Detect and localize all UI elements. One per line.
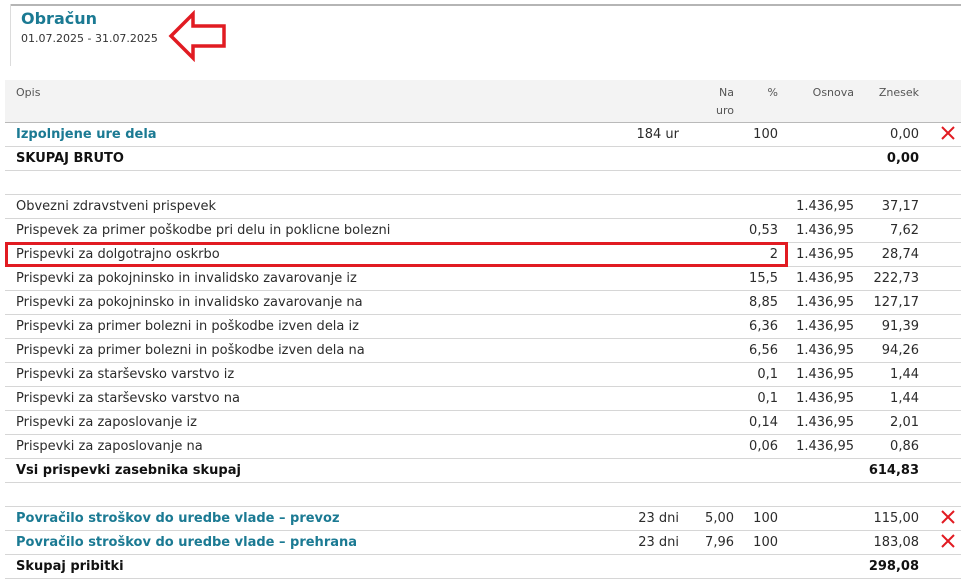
cell-desc: Prispevek za primer poškodbe pri delu in…: [16, 223, 391, 238]
cell-pct: 100: [753, 127, 778, 142]
cell-amount: 115,00: [873, 511, 920, 526]
cell-base: 1.436,95: [796, 295, 854, 310]
cell-desc[interactable]: Izpolnjene ure dela: [16, 127, 157, 142]
cell-amount: 298,08: [868, 559, 919, 574]
column-header-desc: Opis: [16, 86, 41, 99]
column-header-amount: Znesek: [878, 86, 919, 99]
page-title: Obračun: [21, 9, 98, 28]
cell-desc: Prispevki za starševsko varstvo iz: [16, 367, 235, 382]
table-row: Prispevki za starševsko varstvo iz 0,1 1.4…: [5, 363, 961, 387]
table-row: Prispevki za zaposlovanje na 0,06 1.436,95…: [5, 435, 961, 459]
cell-base: 1.436,95: [796, 223, 854, 238]
cell-base: 1.436,95: [796, 247, 854, 262]
cell-amount: 0,00: [890, 127, 919, 142]
cell-amount: 183,08: [873, 535, 920, 550]
cell-pct: 100: [753, 511, 778, 526]
cell-base: 1.436,95: [796, 343, 854, 358]
close-icon[interactable]: [940, 533, 956, 549]
cell-desc: Prispevki za pokojninsko in invalidsko z…: [16, 295, 363, 310]
cell-amount: 1,44: [890, 367, 919, 382]
cell-pct: 6,56: [749, 343, 778, 358]
cell-amount: 127,17: [873, 295, 920, 310]
header-divider: [10, 4, 961, 6]
cell-base: 1.436,95: [796, 391, 854, 406]
table-row: Vsi prispevki zasebnika skupaj 614,83: [5, 459, 961, 483]
table-row: Obvezni zdravstveni prispevek 1.436,95 37,…: [5, 195, 961, 219]
cell-amount: 28,74: [881, 247, 919, 262]
table-body: Izpolnjene ure dela 184 ur 100 0,00 SKUPAJ B…: [5, 123, 961, 579]
period-range: 01.07.2025 - 31.07.2025: [21, 32, 158, 45]
table-row: SKUPAJ BRUTO 0,00: [5, 147, 961, 171]
column-header-rate-line1: Na: [719, 86, 734, 99]
table-row: [5, 483, 961, 507]
left-arrow-icon: [168, 10, 226, 62]
cell-desc[interactable]: Povračilo stroškov do uredbe vlade – pre…: [16, 535, 357, 550]
calculation-table: Opis Na uro % Osnova Znesek Izpolnjene u…: [5, 80, 961, 579]
table-row: Prispevki za primer bolezni in poškodbe …: [5, 339, 961, 363]
table-row: Prispevki za starševsko varstvo na 0,1 1.4…: [5, 387, 961, 411]
cell-pct: 100: [753, 535, 778, 550]
column-header-pct: %: [767, 86, 778, 99]
cell-amount: 7,62: [890, 223, 919, 238]
cell-desc: Vsi prispevki zasebnika skupaj: [16, 463, 241, 478]
table-row: [5, 171, 961, 195]
table-row: Prispevki za pokojninsko in invalidsko z…: [5, 291, 961, 315]
cell-amount: 1,44: [890, 391, 919, 406]
cell-desc: SKUPAJ BRUTO: [16, 151, 124, 166]
cell-base: 1.436,95: [796, 199, 854, 214]
cell-pct: 6,36: [749, 319, 778, 334]
cell-amount: 222,73: [873, 271, 920, 286]
column-header-base: Osnova: [812, 86, 854, 99]
cell-pct: 0,1: [757, 391, 778, 406]
table-row: Skupaj pribitki 298,08: [5, 555, 961, 579]
cell-amount: 94,26: [881, 343, 919, 358]
cell-qty: 23 dni: [638, 511, 679, 526]
table-header: Opis Na uro % Osnova Znesek: [5, 80, 961, 123]
cell-rate: 7,96: [705, 535, 734, 550]
highlight-frame: [5, 242, 788, 267]
table-row: Izpolnjene ure dela 184 ur 100 0,00: [5, 123, 961, 147]
cell-base: 1.436,95: [796, 367, 854, 382]
close-icon[interactable]: [940, 125, 956, 141]
cell-amount: 91,39: [881, 319, 919, 334]
cell-desc: Obvezni zdravstveni prispevek: [16, 199, 217, 214]
cell-desc: Prispevki za primer bolezni in poškodbe …: [16, 319, 359, 334]
cell-pct: 0,53: [749, 223, 778, 238]
cell-desc: Prispevki za zaposlovanje iz: [16, 415, 197, 430]
cell-desc: Prispevki za primer bolezni in poškodbe …: [16, 343, 365, 358]
cell-pct: 0,14: [749, 415, 778, 430]
table-row: Prispevki za zaposlovanje iz 0,14 1.436,95…: [5, 411, 961, 435]
cell-amount: 614,83: [868, 463, 919, 478]
cell-pct: 15,5: [749, 271, 778, 286]
table-row: Povračilo stroškov do uredbe vlade – pre…: [5, 531, 961, 555]
column-header-rate-line2: uro: [716, 104, 734, 117]
cell-pct: 8,85: [749, 295, 778, 310]
cell-pct: 0,06: [749, 439, 778, 454]
cell-desc: Skupaj pribitki: [16, 559, 124, 574]
cell-base: 1.436,95: [796, 271, 854, 286]
cell-base: 1.436,95: [796, 415, 854, 430]
table-row: Prispevki za primer bolezni in poškodbe …: [5, 315, 961, 339]
cell-pct: 0,1: [757, 367, 778, 382]
cell-amount: 0,00: [886, 151, 919, 166]
cell-desc: Prispevki za zaposlovanje na: [16, 439, 203, 454]
cell-base: 1.436,95: [796, 439, 854, 454]
cell-desc: Prispevki za starševsko varstvo na: [16, 391, 240, 406]
table-row: Prispevek za primer poškodbe pri delu in…: [5, 219, 961, 243]
cell-desc[interactable]: Povračilo stroškov do uredbe vlade – pre…: [16, 511, 340, 526]
header-left-border: [10, 4, 11, 66]
cell-qty: 184 ur: [636, 127, 679, 142]
cell-amount: 0,86: [890, 439, 919, 454]
table-row: Povračilo stroškov do uredbe vlade – pre…: [5, 507, 961, 531]
cell-qty: 23 dni: [638, 535, 679, 550]
cell-base: 1.436,95: [796, 319, 854, 334]
cell-amount: 2,01: [890, 415, 919, 430]
cell-rate: 5,00: [705, 511, 734, 526]
table-row: Prispevki za pokojninsko in invalidsko z…: [5, 267, 961, 291]
close-icon[interactable]: [940, 509, 956, 525]
cell-desc: Prispevki za pokojninsko in invalidsko z…: [16, 271, 357, 286]
cell-amount: 37,17: [881, 199, 919, 214]
